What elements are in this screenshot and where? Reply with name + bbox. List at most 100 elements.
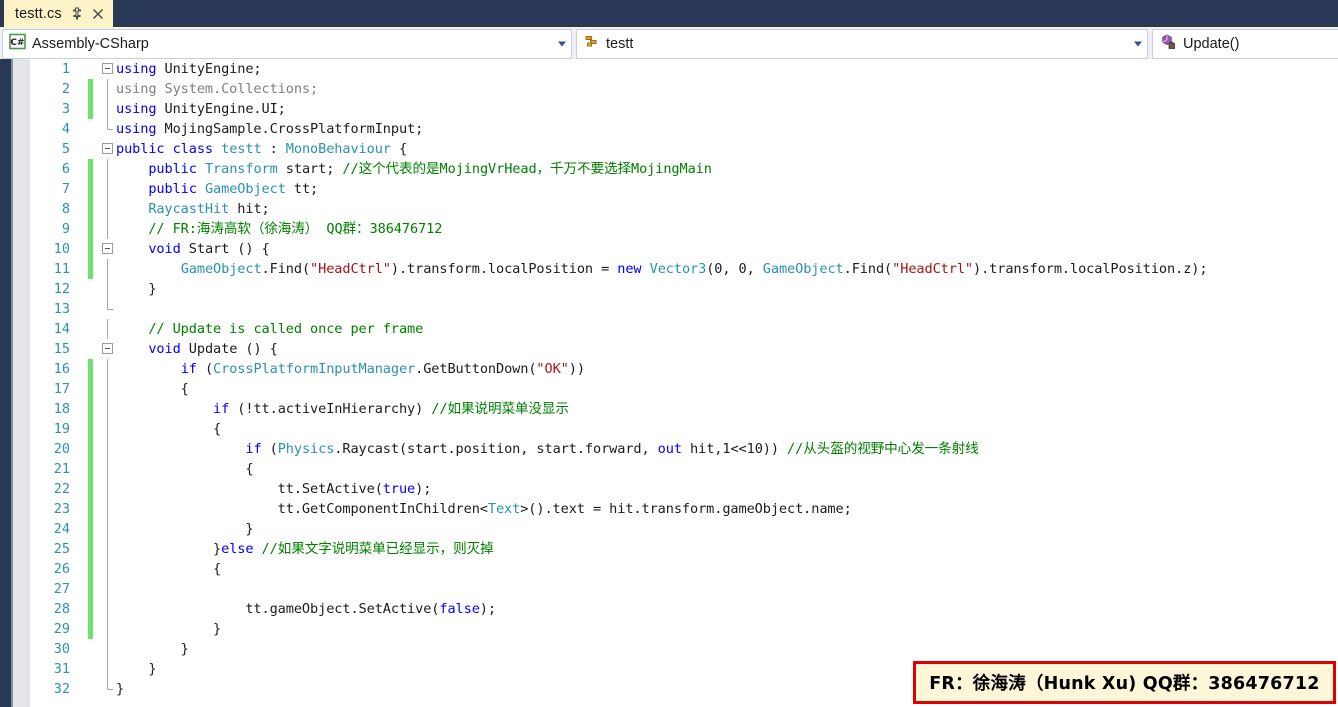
type-dropdown[interactable]: testt	[576, 29, 1148, 59]
code-line[interactable]: 24 }	[0, 519, 1338, 539]
code-line[interactable]: 9 // FR:海涛高软（徐海涛） QQ群：386476712	[0, 219, 1338, 239]
outline-margin[interactable]	[100, 359, 116, 379]
outline-margin[interactable]	[100, 199, 116, 219]
outline-guide	[107, 519, 108, 539]
code-line[interactable]: 15 void Update () {	[0, 339, 1338, 359]
outline-margin[interactable]	[100, 319, 116, 339]
code-editor[interactable]: 1 using UnityEngine; 2 using System.Collect…	[0, 59, 1338, 707]
outline-margin[interactable]	[100, 159, 116, 179]
outline-margin[interactable]	[100, 299, 116, 319]
outline-margin[interactable]	[100, 439, 116, 459]
code-line[interactable]: 23 tt.GetComponentInChildren<Text>().tex…	[0, 499, 1338, 519]
code-line[interactable]: 26 {	[0, 559, 1338, 579]
line-number: 3	[61, 101, 70, 117]
code-text: void Update () {	[116, 339, 277, 359]
outline-margin[interactable]	[100, 479, 116, 499]
code-line[interactable]: 18 if (!tt.activeInHierarchy) //如果说明菜单没显…	[0, 399, 1338, 419]
code-line[interactable]: 20 if (Physics.Raycast(start.position, s…	[0, 439, 1338, 459]
code-line[interactable]: 30 }	[0, 639, 1338, 659]
code-line[interactable]: 14 // Update is called once per frame	[0, 319, 1338, 339]
outline-margin[interactable]	[100, 559, 116, 579]
outline-margin[interactable]	[100, 79, 116, 99]
code-line[interactable]: 21 {	[0, 459, 1338, 479]
code-line[interactable]: 25 }else //如果文字说明菜单已经显示，则灭掉	[0, 539, 1338, 559]
code-line[interactable]: 16 if (CrossPlatformInputManager.GetButt…	[0, 359, 1338, 379]
code-token: }	[116, 281, 157, 297]
change-bar	[88, 579, 93, 599]
outline-margin[interactable]	[100, 599, 116, 619]
code-line[interactable]: 29 }	[0, 619, 1338, 639]
code-token: (	[196, 361, 214, 377]
code-line[interactable]: 5 public class testt : MonoBehaviour {	[0, 139, 1338, 159]
outline-margin[interactable]	[100, 119, 116, 139]
code-line[interactable]: 8 RaycastHit hit;	[0, 199, 1338, 219]
code-line[interactable]: 7 public GameObject tt;	[0, 179, 1338, 199]
code-line[interactable]: 6 public Transform start; //这个代表的是Mojing…	[0, 159, 1338, 179]
code-line[interactable]: 19 {	[0, 419, 1338, 439]
tab-testt-cs[interactable]: testt.cs	[4, 0, 113, 27]
change-bar	[88, 539, 93, 559]
chevron-down-icon[interactable]	[1134, 41, 1142, 47]
outline-margin[interactable]	[100, 579, 116, 599]
code-line[interactable]: 11 GameObject.Find("HeadCtrl").transform…	[0, 259, 1338, 279]
line-number: 9	[61, 221, 70, 237]
change-bar	[88, 339, 93, 359]
outline-margin[interactable]	[100, 419, 116, 439]
outline-margin[interactable]	[100, 519, 116, 539]
close-icon[interactable]	[92, 8, 104, 20]
collapse-toggle-icon[interactable]	[102, 63, 113, 74]
change-bar	[88, 659, 93, 679]
line-number: 1	[61, 61, 70, 77]
code-line[interactable]: 12 }	[0, 279, 1338, 299]
change-bar	[88, 419, 93, 439]
outline-margin[interactable]	[100, 679, 116, 699]
member-dropdown[interactable]: Update()	[1152, 29, 1338, 59]
code-line[interactable]: 27	[0, 579, 1338, 599]
code-token: "HeadCtrl"	[892, 261, 973, 277]
pin-icon[interactable]	[71, 7, 83, 20]
code-token: GameObject	[762, 261, 844, 277]
outline-margin[interactable]	[100, 399, 116, 419]
outline-margin[interactable]	[100, 499, 116, 519]
outline-margin[interactable]	[100, 339, 116, 359]
outline-guide	[107, 199, 108, 219]
outline-margin[interactable]	[100, 659, 116, 679]
outline-margin[interactable]	[100, 619, 116, 639]
outline-margin[interactable]	[100, 259, 116, 279]
outline-margin[interactable]	[100, 219, 116, 239]
code-token: }	[116, 661, 157, 677]
code-line[interactable]: 13	[0, 299, 1338, 319]
code-line[interactable]: 10 void Start () {	[0, 239, 1338, 259]
line-number: 8	[61, 201, 70, 217]
collapse-toggle-icon[interactable]	[102, 243, 113, 254]
code-line[interactable]: 2 using System.Collections;	[0, 79, 1338, 99]
line-number: 5	[61, 141, 70, 157]
chevron-down-icon[interactable]	[558, 41, 566, 47]
outline-margin[interactable]	[100, 239, 116, 259]
code-line[interactable]: 17 {	[0, 379, 1338, 399]
line-number: 13	[53, 301, 70, 317]
code-token: public class	[116, 141, 214, 157]
code-line[interactable]: 4 using MojingSample.CrossPlatformInput;	[0, 119, 1338, 139]
outline-margin[interactable]	[100, 459, 116, 479]
outline-margin[interactable]	[100, 279, 116, 299]
code-line[interactable]: 28 tt.gameObject.SetActive(false);	[0, 599, 1338, 619]
code-line[interactable]: 22 tt.SetActive(true);	[0, 479, 1338, 499]
outline-guide-end	[107, 309, 113, 310]
code-line[interactable]: 3 using UnityEngine.UI;	[0, 99, 1338, 119]
collapse-toggle-icon[interactable]	[102, 143, 113, 154]
outline-margin[interactable]	[100, 539, 116, 559]
outline-margin[interactable]	[100, 59, 116, 79]
outline-margin[interactable]	[100, 179, 116, 199]
code-line[interactable]: 1 using UnityEngine;	[0, 59, 1338, 79]
collapse-toggle-icon[interactable]	[102, 343, 113, 354]
outline-margin[interactable]	[100, 639, 116, 659]
outline-margin[interactable]	[100, 99, 116, 119]
outline-margin[interactable]	[100, 379, 116, 399]
project-dropdown[interactable]: C# Assembly-CSharp	[2, 29, 572, 59]
code-token: ).transform.localPosition =	[390, 261, 618, 277]
outline-margin[interactable]	[100, 139, 116, 159]
outline-guide	[107, 659, 108, 679]
